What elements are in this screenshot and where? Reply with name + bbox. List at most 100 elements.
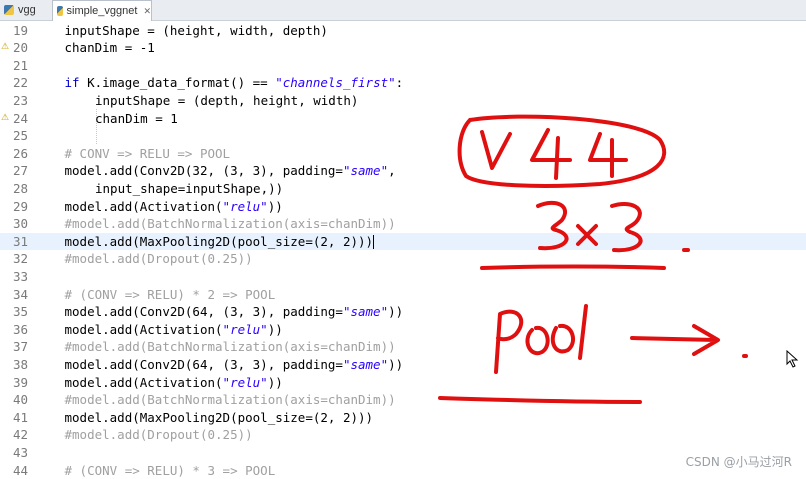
code-text: #model.add(Dropout(0.25)) [65,250,253,268]
warning-icon[interactable]: ⚠ [1,42,9,52]
code-text: #model.add(BatchNormalization(axis=chanD… [65,338,396,356]
code-token: #model.add(BatchNormalization(axis=chanD… [65,392,396,407]
code-line[interactable]: 26 # CONV => RELU => POOL [0,145,806,163]
line-number: 23 [0,92,28,110]
code-token: model.add(Activation( [65,199,223,214]
code-token: "channels_first" [275,75,395,90]
code-text: input_shape=inputShape,)) [95,180,283,198]
code-text: # (CONV => RELU) * 3 => POOL [65,462,276,479]
line-number: 28 [0,180,28,198]
watermark-text: CSDN @小马过河R [686,453,792,470]
code-line[interactable]: 22 if K.image_data_format() == "channels_… [0,74,806,92]
code-token: model.add(Conv2D(64, (3, 3), padding= [65,357,343,372]
python-file-icon [57,6,63,16]
code-line[interactable]: 24⚠chanDim = 1 [0,110,806,128]
code-line[interactable]: 40#model.add(BatchNormalization(axis=cha… [0,391,806,409]
code-line[interactable]: 19 inputShape = (height, width, depth) [0,22,806,40]
code-token: # (CONV => RELU) * 3 => POOL [65,463,276,478]
code-line[interactable]: 20⚠chanDim = -1 [0,39,806,57]
tab-vgg[interactable]: vgg [0,0,52,20]
code-text: model.add(Conv2D(64, (3, 3), padding="sa… [65,356,404,374]
code-token: )) [388,304,403,319]
line-number: 38 [0,356,28,374]
line-number: 29 [0,198,28,216]
code-text: #model.add(BatchNormalization(axis=chanD… [65,391,396,409]
line-number: 39 [0,374,28,392]
code-token: "same" [343,357,388,372]
line-number: 19 [0,22,28,40]
code-line[interactable]: 37 #model.add(BatchNormalization(axis=cha… [0,338,806,356]
code-text: model.add(Activation("relu")) [65,198,283,216]
code-line[interactable]: 23 inputShape = (depth, height, width) [0,92,806,110]
code-text: model.add(Conv2D(64, (3, 3), padding="sa… [65,303,404,321]
code-text: model.add(MaxPooling2D(pool_size=(2, 2))… [65,233,375,251]
code-line[interactable]: 27model.add(Conv2D(32, (3, 3), padding="… [0,162,806,180]
code-line[interactable]: 34 # (CONV => RELU) * 2 => POOL [0,286,806,304]
line-number: 22 [0,74,28,92]
code-line[interactable]: 35 model.add(Conv2D(64, (3, 3), padding="… [0,303,806,321]
line-number: 33 [0,268,28,286]
code-text: model.add(Activation("relu")) [65,321,283,339]
code-line[interactable]: 29 model.add(Activation("relu")) [0,198,806,216]
code-token: if [65,75,80,90]
code-token: : [396,75,404,90]
code-text: model.add(Activation("relu")) [65,374,283,392]
code-text: if K.image_data_format() == "channels_fi… [65,74,404,92]
code-token: K.image_data_format() == [80,75,276,90]
close-icon[interactable]: ✕ [143,6,151,17]
tab-simple-vggnet[interactable]: simple_vggnet ✕ [52,0,152,21]
text-caret [373,235,374,249]
code-token: )) [268,322,283,337]
code-line[interactable]: 41model.add(MaxPooling2D(pool_size=(2, 2… [0,409,806,427]
line-number: 35 [0,303,28,321]
tab-label: simple_vggnet [67,5,138,17]
code-line[interactable]: 32 #model.add(Dropout(0.25)) [0,250,806,268]
code-token: model.add(Activation( [65,322,223,337]
code-text: chanDim = 1 [95,110,178,128]
warning-icon[interactable]: ⚠ [1,113,9,123]
code-editor[interactable]: 19inputShape = (height, width, depth)20⚠… [0,21,806,476]
code-line[interactable]: 36model.add(Activation("relu")) [0,321,806,339]
code-token: model.add(Conv2D(32, (3, 3), padding= [65,163,343,178]
code-text: #model.add(BatchNormalization(axis=chanD… [65,215,396,233]
code-line[interactable]: 42#model.add(Dropout(0.25)) [0,426,806,444]
code-token: inputShape = (depth, height, width) [95,93,358,108]
code-line[interactable]: 25 [0,127,806,145]
code-text: #model.add(Dropout(0.25)) [65,426,253,444]
line-number: 41 [0,409,28,427]
code-text: inputShape = (height, width, depth) [65,22,328,40]
editor-tab-bar: vgg simple_vggnet ✕ [0,0,806,21]
code-line[interactable]: 21 [0,57,806,75]
code-token: inputShape = (height, width, depth) [65,23,328,38]
code-line[interactable]: 31model.add(MaxPooling2D(pool_size=(2, 2… [0,233,806,251]
code-token: chanDim = -1 [65,40,155,55]
line-number: 21 [0,57,28,75]
line-number: 34 [0,286,28,304]
code-line[interactable]: 33 [0,268,806,286]
python-file-icon [4,5,14,15]
code-token: )) [268,199,283,214]
code-token: )) [268,375,283,390]
code-token: # CONV => RELU => POOL [65,146,231,161]
line-number: 30 [0,215,28,233]
code-text: # CONV => RELU => POOL [65,145,231,163]
code-token: "same" [343,304,388,319]
code-token: chanDim = 1 [95,111,178,126]
code-token: #model.add(Dropout(0.25)) [65,251,253,266]
code-token: #model.add(Dropout(0.25)) [65,427,253,442]
code-line[interactable]: 39 model.add(Activation("relu")) [0,374,806,392]
code-token: , [388,163,396,178]
code-line[interactable]: 28 input_shape=inputShape,)) [0,180,806,198]
line-number: 26 [0,145,28,163]
line-number: 43 [0,444,28,462]
code-line[interactable]: 30 #model.add(BatchNormalization(axis=cha… [0,215,806,233]
code-token: # (CONV => RELU) * 2 => POOL [65,287,276,302]
line-number: 32 [0,250,28,268]
line-number: 44 [0,462,28,479]
code-token: model.add(MaxPooling2D(pool_size=(2, 2))… [65,234,374,249]
code-token: input_shape=inputShape,)) [95,181,283,196]
code-token: #model.add(BatchNormalization(axis=chanD… [65,339,396,354]
line-number: 25 [0,127,28,145]
code-line[interactable]: 38 model.add(Conv2D(64, (3, 3), padding="… [0,356,806,374]
line-number: 37 [0,338,28,356]
